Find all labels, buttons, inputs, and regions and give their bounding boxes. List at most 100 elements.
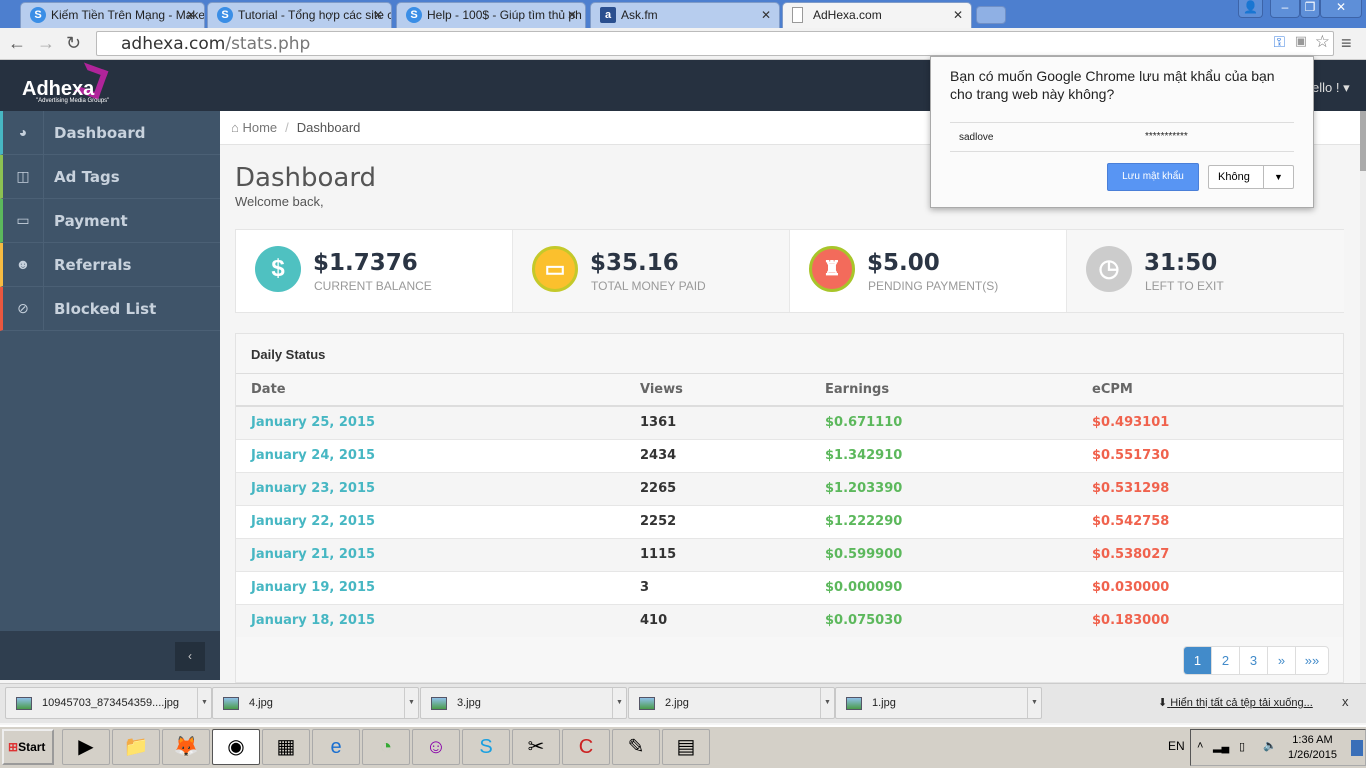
eye-slash-icon: ⊘ [3,287,44,330]
scrollbar-thumb[interactable] [1360,111,1366,171]
forward-icon[interactable]: → [37,33,55,54]
download-filename: 2.jpg [665,697,689,709]
column-header[interactable]: Date [236,374,625,407]
next-page-button[interactable]: » [1268,647,1296,674]
start-button[interactable]: ⊞Start [2,729,54,765]
browser-tab[interactable]: S Kiếm Tiền Trên Mạng - Make ✕ [20,2,205,28]
close-window-button[interactable]: ✕ [1320,0,1362,18]
date-cell[interactable]: January 23, 2015 [236,471,625,505]
close-tab-icon[interactable]: ✕ [373,8,383,22]
show-desktop-icon[interactable] [1351,740,1363,756]
site-s-icon: S [217,7,233,23]
stat-label: LEFT TO EXIT [1145,279,1224,293]
sidebar-item-dashboard[interactable]: ◕ Dashboard [0,111,220,155]
menu-icon[interactable]: ≡ [1341,33,1352,54]
tray-expand-icon[interactable]: ˄ [1197,740,1203,752]
chevron-down-icon[interactable]: ▼ [1027,688,1041,718]
pagination: 1 2 3 » »» [1183,646,1329,675]
translate-icon[interactable]: ▣ [1295,34,1307,49]
credential-row: sadlove *********** [950,122,1294,152]
tab-title: Ask.fm [621,8,658,22]
download-item[interactable]: 4.jpg ▼ [212,687,419,719]
page-3-button[interactable]: 3 [1240,647,1268,674]
close-tab-icon[interactable]: ✕ [953,8,963,22]
page-1-button[interactable]: 1 [1184,647,1212,674]
yahoo-messenger-icon[interactable]: ☺ [412,729,460,765]
coccoc-icon[interactable]: ◔ [362,729,410,765]
ecpm-cell: $0.538027 [1077,537,1343,571]
notepad-icon[interactable]: ✎ [612,729,660,765]
sidebar-item-blocked-list[interactable]: ⊘ Blocked List [0,287,220,331]
sidebar-item-referrals[interactable]: ☻ Referrals [0,243,220,287]
page-title: Dashboard [235,163,377,193]
chevron-down-icon[interactable]: ▼ [404,688,418,718]
ccleaner-icon[interactable]: C [562,729,610,765]
browser-tab[interactable]: S Help - 100$ - Giúp tìm thủ ph ✕ [396,2,586,28]
explorer-icon[interactable]: 📁 [112,729,160,765]
date-cell[interactable]: January 18, 2015 [236,603,625,637]
close-tab-icon[interactable]: ✕ [567,8,577,22]
column-header[interactable]: Views [625,374,810,407]
download-item[interactable]: 1.jpg ▼ [835,687,1042,719]
chevron-down-icon[interactable]: ▼ [1263,166,1293,188]
close-download-bar-button[interactable]: x [1342,694,1349,709]
address-bar[interactable]: adhexa.com/stats.php ⚿ ▣ ☆ [96,31,1334,56]
profile-icon[interactable]: 👤 [1238,0,1263,18]
show-all-downloads-link[interactable]: ⬇ Hiển thị tất cả tệp tải xuống... [1158,696,1313,709]
close-tab-icon[interactable]: ✕ [186,8,196,22]
skype-icon[interactable]: S [462,729,510,765]
chevron-down-icon[interactable]: ▼ [612,688,626,718]
image-file-icon [223,697,239,710]
column-header[interactable]: Earnings [810,374,1077,407]
views-cell: 2265 [625,471,810,505]
signal-icon[interactable]: ▂▄ [1213,740,1229,753]
chrome-icon[interactable]: ◉ [212,729,260,765]
date-cell[interactable]: January 25, 2015 [236,405,625,439]
column-header[interactable]: eCPM [1077,374,1343,407]
browser-tab[interactable]: S Tutorial - Tổng hợp các site c ✕ [207,2,392,28]
download-item[interactable]: 2.jpg ▼ [628,687,835,719]
sidebar-item-label: Referrals [54,256,132,274]
language-indicator[interactable]: EN [1168,739,1185,753]
browser-tab-active[interactable]: AdHexa.com ✕ [782,2,972,28]
date-cell[interactable]: January 19, 2015 [236,570,625,604]
user-menu[interactable]: ello ! ▾ [1312,80,1350,96]
chevron-down-icon[interactable]: ▼ [820,688,834,718]
date-cell[interactable]: January 24, 2015 [236,438,625,472]
sidebar-item-payment[interactable]: ▭ Payment [0,199,220,243]
volume-icon[interactable]: 🔈 [1263,739,1277,752]
back-icon[interactable]: ← [8,33,26,54]
minimize-button[interactable]: – [1270,0,1300,18]
breadcrumb-home[interactable]: Home [242,120,277,135]
table-row: January 25, 2015 1361 $0.671110 $0.493101 [236,405,1343,439]
download-item[interactable]: 3.jpg ▼ [420,687,627,719]
new-tab-button[interactable] [976,6,1006,24]
no-button[interactable]: Không ▼ [1208,165,1294,189]
page-2-button[interactable]: 2 [1212,647,1240,674]
restore-button[interactable]: ❐ [1300,0,1320,18]
date-cell[interactable]: January 22, 2015 [236,504,625,538]
sidebar-item-ad-tags[interactable]: ◫ Ad Tags [0,155,220,199]
key-icon[interactable]: ⚿ [1274,33,1285,51]
last-page-button[interactable]: »» [1296,647,1328,674]
download-item[interactable]: 10945703_873454359....jpg ▼ [5,687,212,719]
usb-icon[interactable]: ▯ [1239,740,1245,753]
save-password-button[interactable]: Lưu mật khẩu [1107,163,1199,191]
tool-icon[interactable]: ✂ [512,729,560,765]
clock[interactable]: 1:36 AM 1/26/2015 [1288,733,1337,763]
app-icon[interactable]: ▦ [262,729,310,765]
chevron-down-icon[interactable]: ▼ [197,688,211,718]
page-scrollbar[interactable] [1360,111,1366,683]
browser-tab[interactable]: a Ask.fm ✕ [590,2,780,28]
calculator-icon[interactable]: ▤ [662,729,710,765]
browser-tab-strip: S Kiếm Tiền Trên Mạng - Make ✕ S Tutorial -… [0,0,1366,28]
firefox-icon[interactable]: 🦊 [162,729,210,765]
star-icon[interactable]: ☆ [1315,32,1330,52]
media-player-icon[interactable]: ▶ [62,729,110,765]
date-cell[interactable]: January 21, 2015 [236,537,625,571]
reload-icon[interactable]: ↻ [66,33,81,54]
collapse-sidebar-button[interactable]: ‹ [175,642,205,671]
internet-explorer-icon[interactable]: e [312,729,360,765]
logo[interactable]: Adhexa "Advertising Media Groups" [22,78,109,104]
close-tab-icon[interactable]: ✕ [761,8,771,22]
